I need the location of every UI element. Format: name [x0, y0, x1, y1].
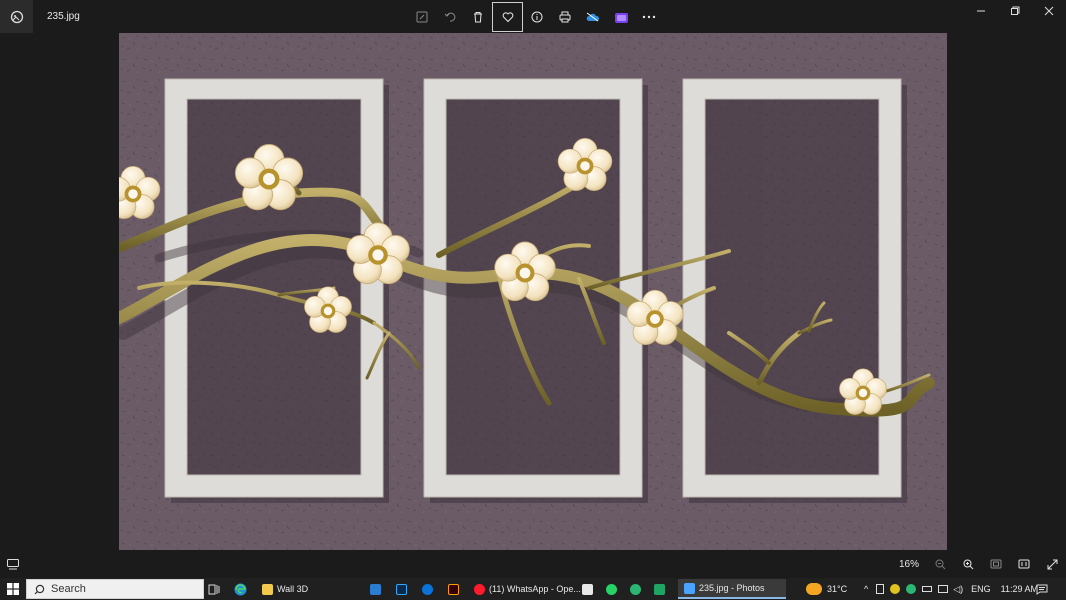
title-bar: 235.jpg: [0, 0, 1066, 33]
sheets-icon: [654, 583, 665, 595]
image-toolbar: [408, 2, 663, 32]
notifications-button[interactable]: [1036, 579, 1054, 599]
taskbar-search-app[interactable]: [422, 579, 440, 599]
magnifier-icon: [422, 583, 433, 595]
network-icon[interactable]: [938, 585, 949, 593]
taskbar-illustrator[interactable]: [448, 579, 466, 599]
delete-icon: [474, 12, 482, 23]
actual-size-button[interactable]: [1010, 554, 1038, 574]
file-name: 235.jpg: [47, 11, 80, 22]
info-button[interactable]: [523, 2, 551, 32]
restore-icon: [1011, 6, 1020, 15]
task-view-icon: [208, 584, 220, 594]
phone-link-icon: [630, 583, 641, 595]
temperature: 31°C: [827, 584, 848, 594]
taskbar-app-label: Wall 3D: [277, 584, 309, 594]
language-indicator[interactable]: ENG: [971, 584, 991, 594]
close-button[interactable]: [1032, 0, 1066, 22]
taskbar-app-wall-3d[interactable]: Wall 3D: [258, 579, 364, 599]
edge-icon: [234, 583, 247, 595]
zoom-level[interactable]: 16%: [899, 559, 919, 570]
zoom-in-button[interactable]: [954, 554, 982, 574]
start-button[interactable]: [4, 580, 22, 598]
zoom-in-icon: [963, 559, 973, 569]
onedrive-icon: [586, 12, 600, 22]
photos-icon: [684, 582, 695, 594]
battery-icon[interactable]: [922, 586, 933, 592]
taskbar-app-whatsapp-opera[interactable]: (11) WhatsApp - Ope...: [470, 579, 581, 599]
clipchamp-button[interactable]: [607, 2, 635, 32]
onedrive-button[interactable]: [579, 2, 607, 32]
rotate-icon: [444, 12, 456, 22]
actual-size-icon: [1018, 559, 1030, 569]
clock[interactable]: 11:29 AM: [1001, 584, 1038, 594]
photoshop-icon: [396, 583, 407, 595]
more-icon: [642, 15, 656, 19]
photos-app-icon[interactable]: [0, 0, 33, 33]
filmstrip-icon: [7, 559, 19, 570]
taskbar-office[interactable]: [582, 579, 600, 599]
taskbar-mail[interactable]: [370, 579, 388, 599]
close-icon: [1044, 6, 1054, 16]
favorite-icon: [502, 12, 513, 23]
weather-icon: [806, 583, 822, 595]
status-bar: 16%: [0, 550, 1066, 578]
delete-button[interactable]: [464, 2, 492, 32]
taskbar-sheets[interactable]: [654, 579, 672, 599]
edit-icon: [416, 11, 428, 23]
photo-image[interactable]: [119, 33, 947, 550]
notification-icon: [1036, 584, 1048, 595]
taskbar-edge[interactable]: [234, 579, 252, 599]
clipchamp-icon: [614, 12, 628, 23]
filmstrip-button[interactable]: [6, 557, 20, 575]
zoom-out-button[interactable]: [926, 554, 954, 574]
whatsapp-icon: [606, 583, 617, 595]
taskbar-app-label: 235.jpg - Photos: [699, 583, 765, 593]
search-icon: [34, 584, 45, 594]
edit-button[interactable]: [408, 2, 436, 32]
illustrator-icon: [448, 583, 459, 595]
window-controls: [964, 0, 1066, 22]
tray-app-icon[interactable]: [890, 584, 901, 594]
favorite-button[interactable]: [492, 2, 523, 32]
taskbar: Search Wall 3D (11) WhatsApp - Ope... 23…: [0, 578, 1066, 600]
print-button[interactable]: [551, 2, 579, 32]
minimize-button[interactable]: [964, 0, 998, 22]
more-button[interactable]: [635, 2, 663, 32]
volume-icon[interactable]: ◁): [953, 584, 963, 595]
mail-icon: [370, 583, 381, 595]
image-viewer: [0, 33, 1066, 550]
task-view-button[interactable]: [208, 579, 226, 599]
tray-app-icon[interactable]: [876, 584, 885, 594]
fit-to-window-button[interactable]: [982, 554, 1010, 574]
minimize-icon: [977, 10, 985, 12]
full-screen-icon: [1047, 559, 1057, 569]
folder-icon: [262, 583, 273, 595]
taskbar-app-photos[interactable]: 235.jpg - Photos: [678, 579, 786, 599]
office-icon: [582, 583, 593, 595]
taskbar-app-label: (11) WhatsApp - Ope...: [489, 584, 581, 594]
chevron-up-icon[interactable]: ^: [864, 584, 868, 594]
rotate-button[interactable]: [436, 2, 464, 32]
info-icon: [531, 11, 543, 23]
taskbar-whatsapp[interactable]: [606, 579, 624, 599]
print-icon: [559, 11, 571, 23]
taskbar-search[interactable]: Search: [26, 579, 204, 599]
restore-button[interactable]: [998, 0, 1032, 22]
system-tray: ^ ◁) ENG 11:29 AM: [864, 579, 1038, 599]
taskbar-photoshop[interactable]: [396, 579, 414, 599]
fit-to-window-icon: [990, 559, 1002, 569]
taskbar-phone-link[interactable]: [630, 579, 648, 599]
full-screen-button[interactable]: [1038, 554, 1066, 574]
tray-app-icon[interactable]: [906, 584, 917, 594]
zoom-out-icon: [935, 559, 945, 569]
weather-widget[interactable]: 31°C: [806, 579, 847, 599]
search-label: Search: [51, 583, 86, 595]
opera-icon: [474, 583, 485, 595]
windows-icon: [7, 583, 19, 595]
